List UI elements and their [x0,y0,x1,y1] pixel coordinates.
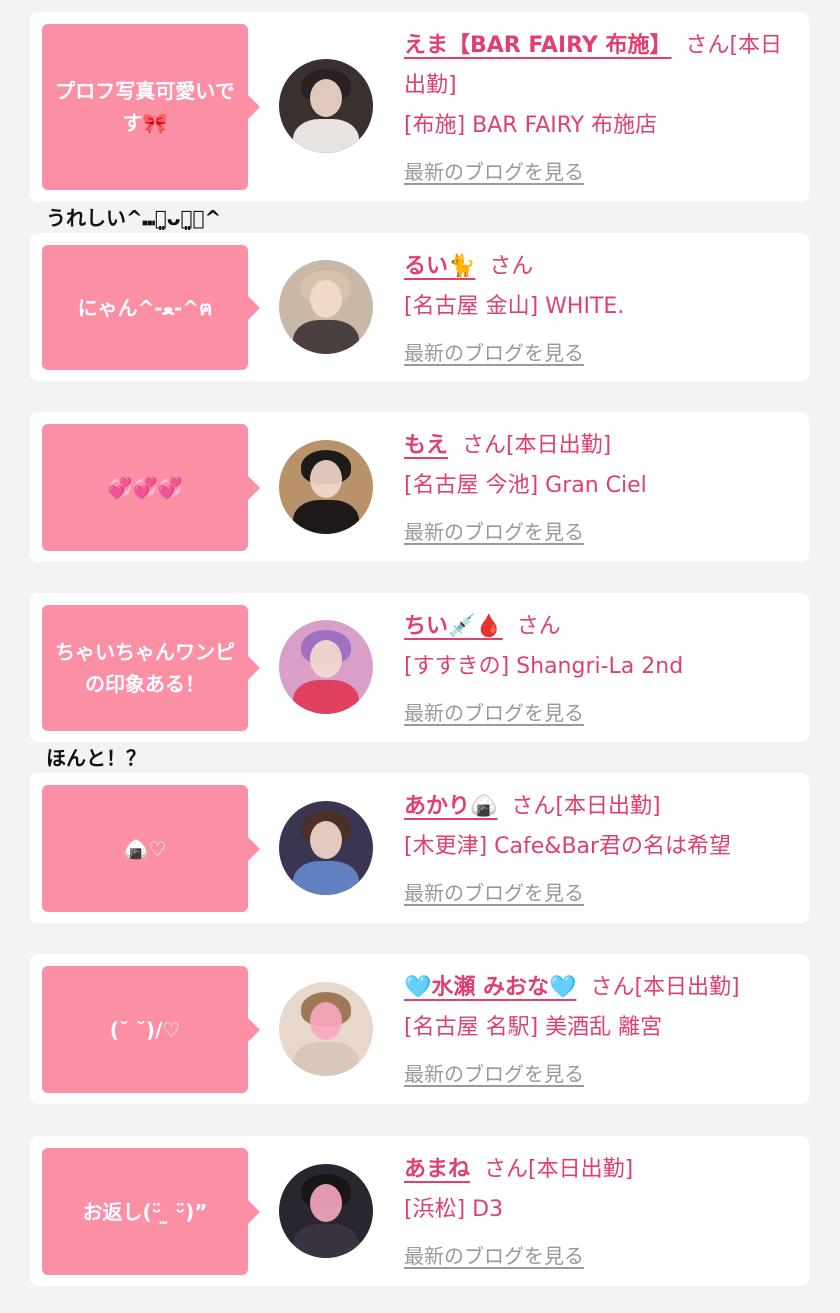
message-card: お返し(ᵕ̈ ̫ ᵕ̈)” あまね さん[本日出勤] [浜松] D3 最新のブログ… [30,1136,809,1286]
shop-label: [布施] BAR FAIRY 布施店 [404,113,658,138]
name-suffix: さん[本日出勤] [511,794,661,819]
latest-blog-link[interactable]: 最新のブログを見る [404,516,584,545]
cast-name-link[interactable]: ちい💉🩸 [404,614,503,639]
comment-bubble: ちゃいちゃんワンピの印象ある！ [42,605,260,731]
name-suffix: さん [516,614,561,639]
comment-bubble: お返し(ᵕ̈ ̫ ᵕ̈)” [42,1148,260,1275]
comment-bubble: プロフ写真可愛いです🎀 [42,24,260,190]
shop-label: [名古屋 今池] Gran Ciel [404,473,647,498]
message-card: 💞💞💞 もえ さん[本日出勤] [名古屋 今池] Gran Ciel 最新のブログ… [30,412,809,562]
name-suffix: さん [489,254,534,279]
reply-text: ほんと！？ [46,746,146,770]
comment-bubble: 🍙♡ [42,785,260,912]
cast-name-link[interactable]: 🩵水瀬 みおな🩵 [404,975,576,1000]
message-card: ちゃいちゃんワンピの印象ある！ ちい💉🩸 さん [すすきの] Shangri-La… [30,593,809,742]
cast-name-link[interactable]: あかり🍙 [404,794,497,819]
name-suffix: さん[本日出勤] [590,975,740,1000]
comment-bubble: 💞💞💞 [42,424,260,551]
cast-name-link[interactable]: るい🐈 [404,254,475,279]
avatar[interactable] [279,1164,373,1258]
name-suffix: さん[本日出勤] [484,1157,634,1182]
cast-name-link[interactable]: もえ [404,433,448,458]
message-card: プロフ写真可愛いです🎀 えま【BAR FAIRY 布施】 さん[本日出勤] [布施… [30,12,809,202]
latest-blog-link[interactable]: 最新のブログを見る [404,697,584,726]
shop-label: [木更津] Cafe&Bar君の名は希望 [404,834,732,859]
comment-bubble: (˘ ˘)/♡ [42,966,260,1093]
reply-text: うれしい^⑉・͈ᴗ・͈⑉^ [46,206,222,230]
avatar[interactable] [279,440,373,534]
message-card: (˘ ˘)/♡ 🩵水瀬 みおな🩵 さん[本日出勤] [名古屋 名駅] 美酒乱 離宮… [30,954,809,1104]
avatar[interactable] [279,982,373,1076]
latest-blog-link[interactable]: 最新のブログを見る [404,1058,584,1087]
latest-blog-link[interactable]: 最新のブログを見る [404,877,584,906]
cast-name-link[interactable]: あまね [404,1157,470,1182]
latest-blog-link[interactable]: 最新のブログを見る [404,156,584,185]
avatar[interactable] [279,801,373,895]
latest-blog-link[interactable]: 最新のブログを見る [404,337,584,366]
shop-label: [名古屋 名駅] 美酒乱 離宮 [404,1015,663,1040]
message-card: 🍙♡ あかり🍙 さん[本日出勤] [木更津] Cafe&Bar君の名は希望 最新の… [30,773,809,923]
message-card: にゃん^-ﻌ-^ฅ るい🐈 さん [名古屋 金山] WHITE. 最新のブログを見… [30,233,809,381]
avatar[interactable] [279,620,373,714]
latest-blog-link[interactable]: 最新のブログを見る [404,1240,584,1269]
shop-label: [浜松] D3 [404,1197,504,1222]
shop-label: [名古屋 金山] WHITE. [404,294,625,319]
name-suffix: さん[本日出勤] [462,433,612,458]
cast-name-link[interactable]: えま【BAR FAIRY 布施】 [404,33,671,58]
shop-label: [すすきの] Shangri-La 2nd [404,654,684,679]
comment-bubble: にゃん^-ﻌ-^ฅ [42,245,260,370]
avatar[interactable] [279,59,373,153]
avatar[interactable] [279,260,373,354]
